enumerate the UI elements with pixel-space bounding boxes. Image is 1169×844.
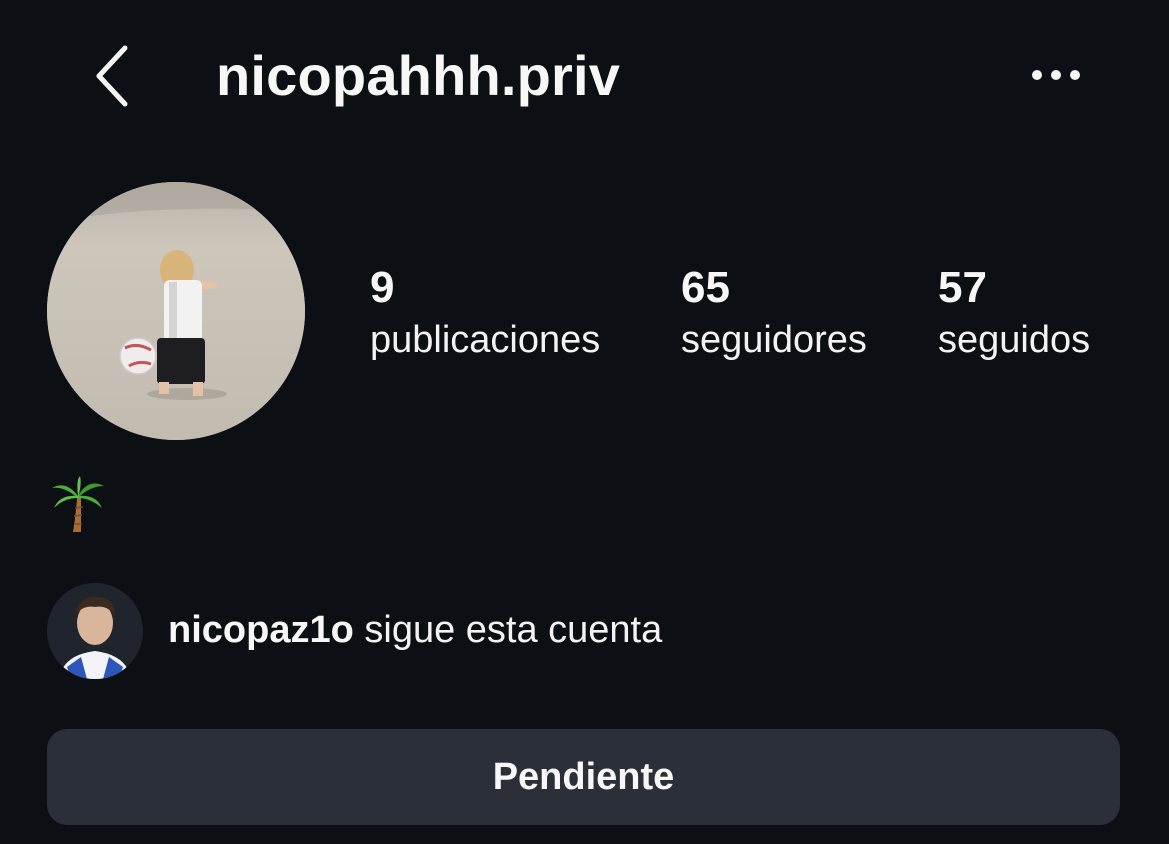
profile-avatar[interactable] xyxy=(47,182,305,440)
following-count: 57 xyxy=(938,263,987,312)
posts-label: publicaciones xyxy=(370,319,601,361)
profile-photo xyxy=(47,182,305,440)
followers-count: 65 xyxy=(681,263,730,312)
page-title: nicopahhh.priv xyxy=(216,44,621,107)
chevron-left-icon xyxy=(96,45,128,107)
mutual-follower-photo xyxy=(47,583,143,679)
pending-label: Pendiente xyxy=(492,755,675,798)
palm-tree-icon xyxy=(52,476,104,532)
stat-followers[interactable]: 65 seguidores xyxy=(681,262,867,366)
followers-label: seguidores xyxy=(681,319,867,361)
stat-following[interactable]: 57 seguidos xyxy=(938,262,1090,366)
mutual-follower-avatar[interactable] xyxy=(47,583,143,679)
mutual-follower-username[interactable]: nicopaz1o xyxy=(168,609,354,651)
profile-page: nicopahhh.priv 9 publicaciones 65 seguid… xyxy=(0,0,1169,844)
posts-count: 9 xyxy=(370,263,395,312)
stat-posts[interactable]: 9 publicaciones xyxy=(370,262,600,366)
back-button[interactable] xyxy=(88,38,138,114)
pending-follow-button[interactable]: Pendiente xyxy=(47,729,1120,825)
bio xyxy=(50,474,106,534)
more-horizontal-icon xyxy=(1032,70,1080,80)
followed-by-text: nicopaz1o sigue esta cuenta xyxy=(168,604,662,656)
followed-by-suffix: sigue esta cuenta xyxy=(353,609,663,651)
more-options-button[interactable] xyxy=(1020,55,1092,95)
following-label: seguidos xyxy=(938,319,1091,361)
